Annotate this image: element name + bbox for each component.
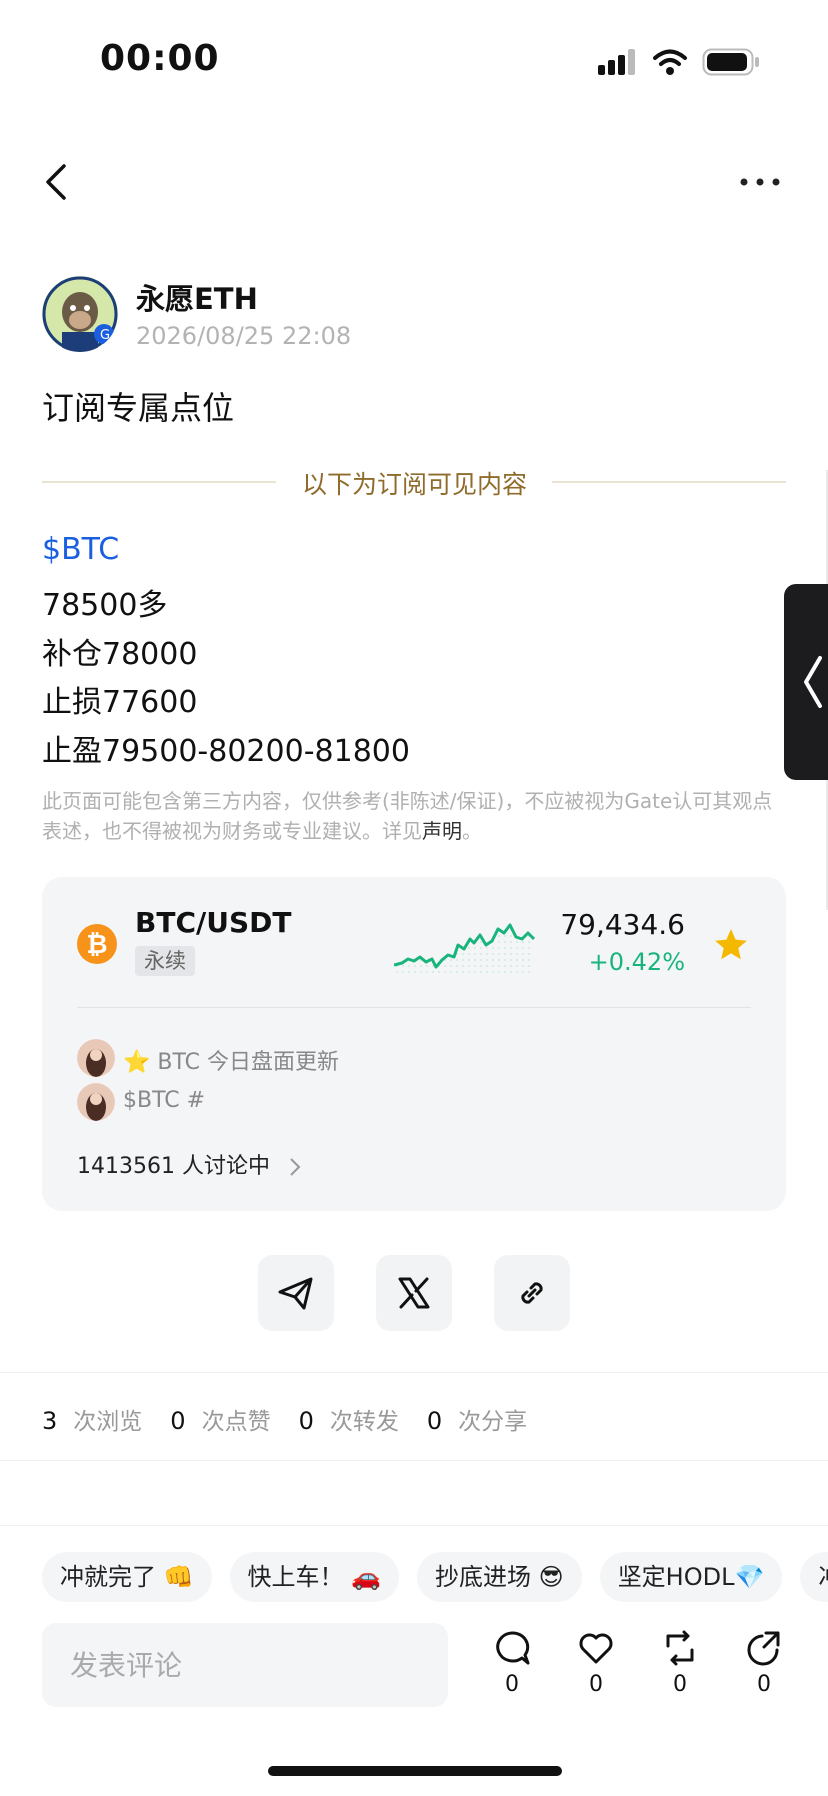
share-count: 0 bbox=[757, 1672, 771, 1697]
divider-line-right bbox=[552, 481, 786, 483]
share-icon bbox=[747, 1631, 780, 1666]
author-name[interactable]: 永愿ETH bbox=[136, 276, 258, 318]
take-profit-line: 止盈79500-80200-81800 bbox=[42, 734, 410, 769]
link-icon bbox=[521, 1282, 543, 1304]
share-x-button[interactable] bbox=[376, 1255, 452, 1331]
comment-count: 0 bbox=[505, 1672, 519, 1697]
home-indicator bbox=[268, 1766, 562, 1776]
repost-icon bbox=[666, 1630, 694, 1666]
topic-avatar bbox=[77, 1083, 115, 1121]
section-divider bbox=[0, 1372, 828, 1373]
like-action[interactable]: 0 bbox=[566, 1628, 626, 1697]
disclaimer-link[interactable]: 声明 bbox=[422, 819, 462, 843]
back-icon[interactable] bbox=[40, 162, 74, 202]
stop-loss-line: 止损77600 bbox=[42, 685, 198, 720]
post-date: 2026/08/25 22:08 bbox=[136, 322, 352, 350]
price-sparkline bbox=[394, 923, 536, 975]
copy-link-button[interactable] bbox=[494, 1255, 570, 1331]
views-count: 3 bbox=[42, 1407, 58, 1435]
comment-action[interactable]: 0 bbox=[482, 1628, 542, 1697]
quick-reply-chip[interactable]: 冲就完了 👊 bbox=[42, 1552, 212, 1602]
subscription-divider-label: 以下为订阅可见内容 bbox=[302, 470, 528, 499]
quick-reply-chip[interactable]: 冲 bbox=[800, 1552, 828, 1602]
battery-icon bbox=[702, 48, 759, 76]
chevron-left-icon bbox=[804, 656, 822, 708]
disclaimer: 此页面可能包含第三方内容，仅供参考(非陈述/保证)，不应被视为Gate认可其观点… bbox=[42, 786, 792, 846]
quick-reply-chips: 冲就完了 👊 快上车！ 🚗 抄底进场 😎 坚定HODL💎 冲 bbox=[42, 1552, 828, 1602]
topic-item[interactable]: ⭐️ BTC 今日盘面更新 bbox=[123, 1044, 339, 1076]
more-icon[interactable] bbox=[738, 172, 782, 192]
telegram-icon bbox=[278, 1277, 313, 1310]
post-title: 订阅专属点位 bbox=[42, 389, 235, 427]
card-divider bbox=[77, 1007, 751, 1008]
add-position-line: 补仓78000 bbox=[42, 637, 198, 672]
reposts-count: 0 bbox=[298, 1407, 314, 1435]
topic-avatar bbox=[77, 1039, 115, 1077]
disclaimer-text: 此页面可能包含第三方内容，仅供参考(非陈述/保证)，不应被视为Gate认可其观点… bbox=[42, 789, 773, 843]
share-telegram-button[interactable] bbox=[258, 1255, 334, 1331]
comment-input[interactable] bbox=[42, 1623, 448, 1707]
section-divider bbox=[0, 1525, 828, 1526]
share-action[interactable]: 0 bbox=[734, 1628, 794, 1697]
heart-icon bbox=[579, 1633, 613, 1664]
favorite-star-icon[interactable] bbox=[712, 926, 750, 964]
section-divider bbox=[0, 1460, 828, 1461]
signal-icon bbox=[598, 49, 635, 75]
likes-label: 次点赞 bbox=[201, 1409, 271, 1435]
chevron-right-icon bbox=[290, 1158, 301, 1176]
shares-count: 0 bbox=[426, 1407, 443, 1435]
repost-count: 0 bbox=[673, 1672, 687, 1697]
quick-reply-chip[interactable]: 抄底进场 😎 bbox=[417, 1552, 582, 1602]
status-time: 00:00 bbox=[100, 38, 220, 79]
shares-label: 次分享 bbox=[458, 1409, 528, 1435]
ticker-link[interactable]: $BTC bbox=[42, 532, 119, 567]
market-pair[interactable]: BTC/USDT bbox=[135, 906, 291, 939]
quick-reply-chip[interactable]: 快上车！ 🚗 bbox=[229, 1552, 400, 1602]
x-icon bbox=[398, 1277, 430, 1309]
side-panel-toggle[interactable] bbox=[784, 584, 828, 780]
topic-item[interactable]: $BTC # bbox=[123, 1088, 205, 1113]
btc-coin-icon: ₿ bbox=[77, 924, 117, 964]
comment-icon bbox=[496, 1631, 530, 1665]
discussion-label: 1413561 人讨论中 bbox=[77, 1154, 270, 1179]
svg-text:G: G bbox=[100, 328, 110, 343]
wifi-icon bbox=[653, 49, 687, 75]
like-count: 0 bbox=[589, 1672, 603, 1697]
quick-reply-chip[interactable]: 坚定HODL💎 bbox=[599, 1552, 783, 1602]
repost-action[interactable]: 0 bbox=[650, 1628, 710, 1697]
status-icons bbox=[596, 44, 760, 80]
views-label: 次浏览 bbox=[73, 1409, 143, 1435]
entry-line: 78500多 bbox=[42, 588, 168, 623]
likes-count: 0 bbox=[170, 1407, 186, 1435]
post-stats: 3 次浏览 0 次点赞 0 次转发 0 次分享 bbox=[42, 1402, 539, 1436]
author-avatar[interactable]: G bbox=[42, 276, 118, 352]
disclaimer-end: 。 bbox=[462, 819, 482, 843]
market-change: +0.42% bbox=[588, 948, 685, 976]
perpetual-tag: 永续 bbox=[135, 946, 195, 976]
reposts-label: 次转发 bbox=[329, 1409, 399, 1435]
divider-line-left bbox=[42, 481, 276, 483]
discussion-count[interactable]: 1413561 人讨论中 bbox=[77, 1148, 303, 1180]
market-price: 79,434.6 bbox=[560, 908, 685, 941]
